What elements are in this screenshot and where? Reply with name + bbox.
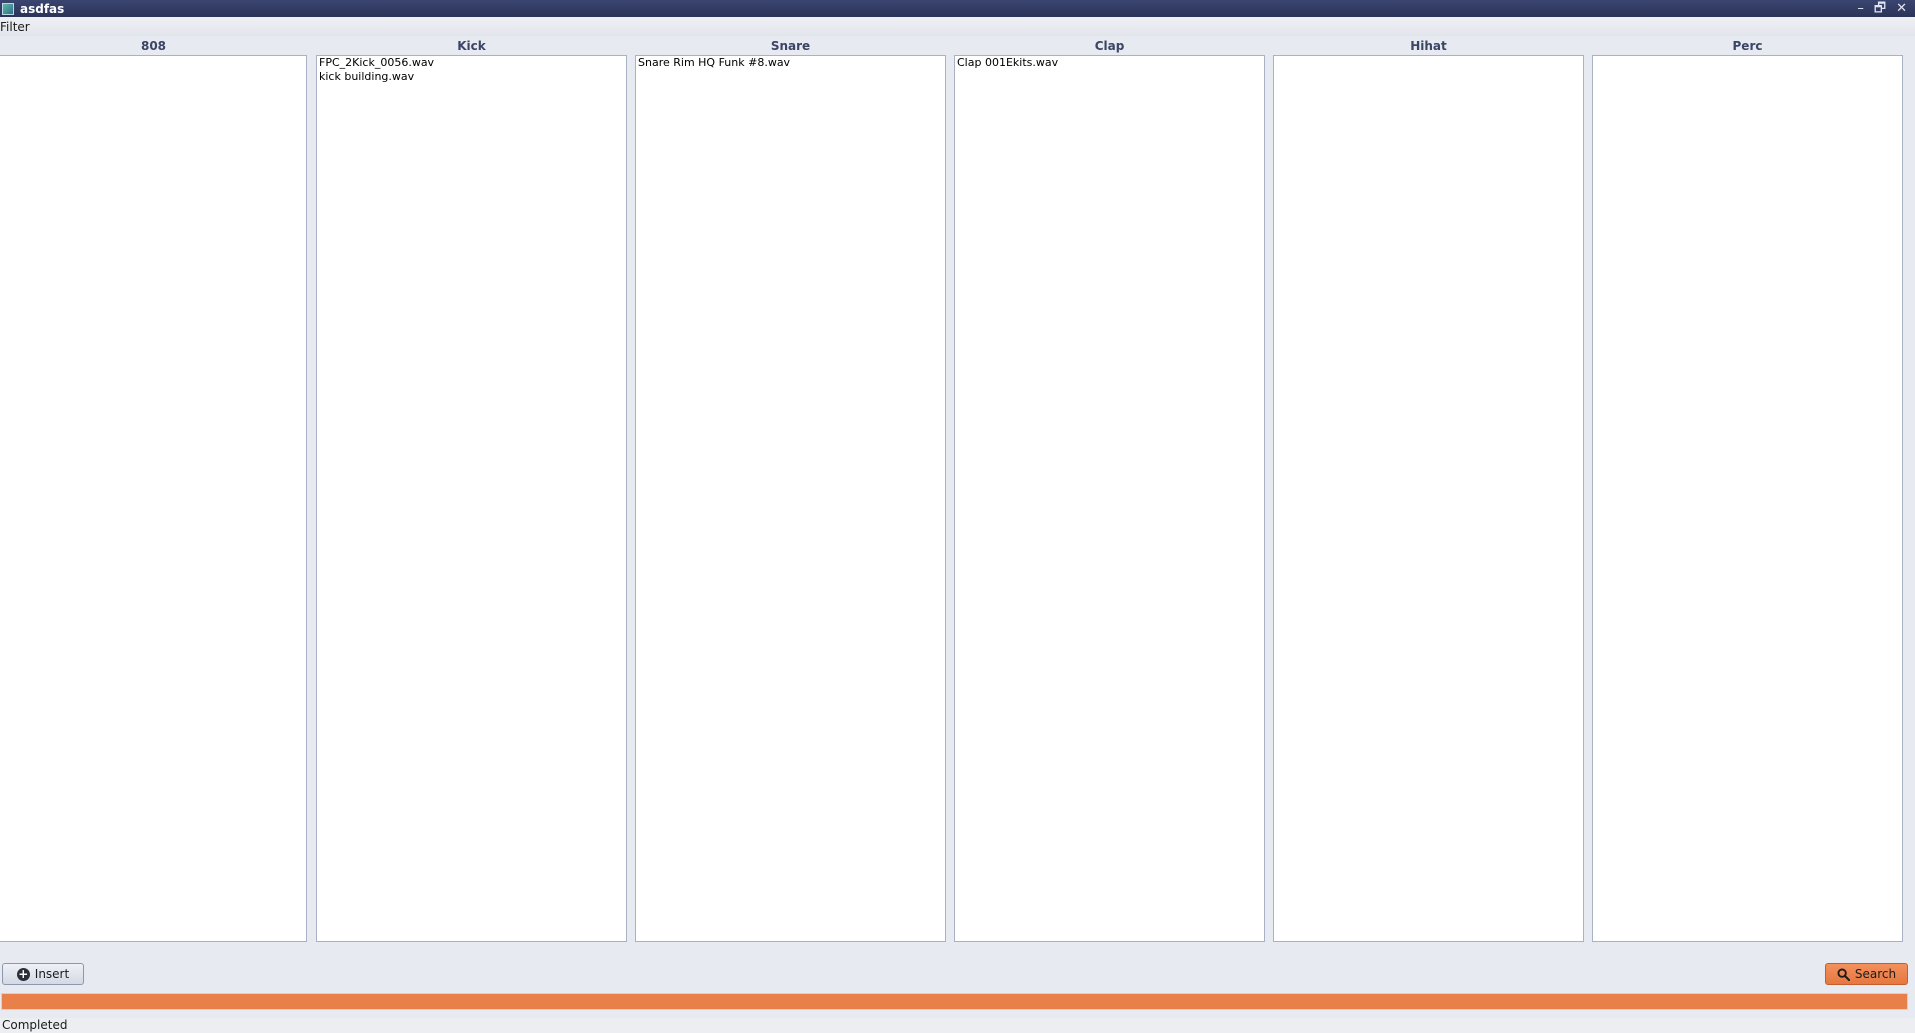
column-808: 808 [0,38,307,942]
column-clap: Clap Clap 001Ekits.wav [954,38,1265,942]
close-icon[interactable]: ✕ [1896,0,1907,17]
progress-bar [1,993,1908,1010]
list-item[interactable]: FPC_2Kick_0056.wav [319,56,624,70]
plus-circle-icon: + [16,966,30,981]
listbox-kick[interactable]: FPC_2Kick_0056.wav kick building.wav [316,55,627,942]
progress-fill [2,994,1907,1009]
column-header: Snare [770,39,811,53]
minimize-icon[interactable]: – [1857,0,1864,17]
column-header: Perc [1732,39,1763,53]
list-item[interactable]: Clap 001Ekits.wav [957,56,1262,70]
title-bar: asdfas – 🗗 ✕ [0,0,1915,17]
window-controls: – 🗗 ✕ [1857,0,1907,17]
column-perc: Perc [1592,38,1903,942]
restore-icon[interactable]: 🗗 [1874,0,1886,17]
search-icon [1837,967,1850,981]
search-button-label: Search [1854,967,1897,981]
menu-item-filter[interactable]: Filter [0,20,33,34]
menu-bar: Filter [0,17,1915,36]
column-header: Clap [1094,39,1125,53]
window-title: asdfas [20,1,65,16]
column-header: Hihat [1410,39,1447,53]
listbox-clap[interactable]: Clap 001Ekits.wav [954,55,1265,942]
listbox-808[interactable] [0,55,307,942]
search-button[interactable]: Search [1825,963,1908,985]
column-header: 808 [140,39,167,53]
insert-button-label: Insert [34,967,70,981]
list-item[interactable]: Snare Rim HQ Funk #8.wav [638,56,943,70]
app-icon [2,2,14,15]
list-item[interactable]: kick building.wav [319,70,624,84]
listbox-snare[interactable]: Snare Rim HQ Funk #8.wav [635,55,946,942]
column-snare: Snare Snare Rim HQ Funk #8.wav [635,38,946,942]
listbox-hihat[interactable] [1273,55,1584,942]
insert-button[interactable]: + Insert [2,963,84,985]
column-hihat: Hihat [1273,38,1584,942]
status-text: Completed [2,1018,68,1032]
column-kick: Kick FPC_2Kick_0056.wav kick building.wav [316,38,627,942]
status-bar: Completed [0,1018,1915,1033]
listbox-perc[interactable] [1592,55,1903,942]
column-header: Kick [457,39,486,53]
category-columns: 808 Kick FPC_2Kick_0056.wav kick building… [0,38,1915,942]
